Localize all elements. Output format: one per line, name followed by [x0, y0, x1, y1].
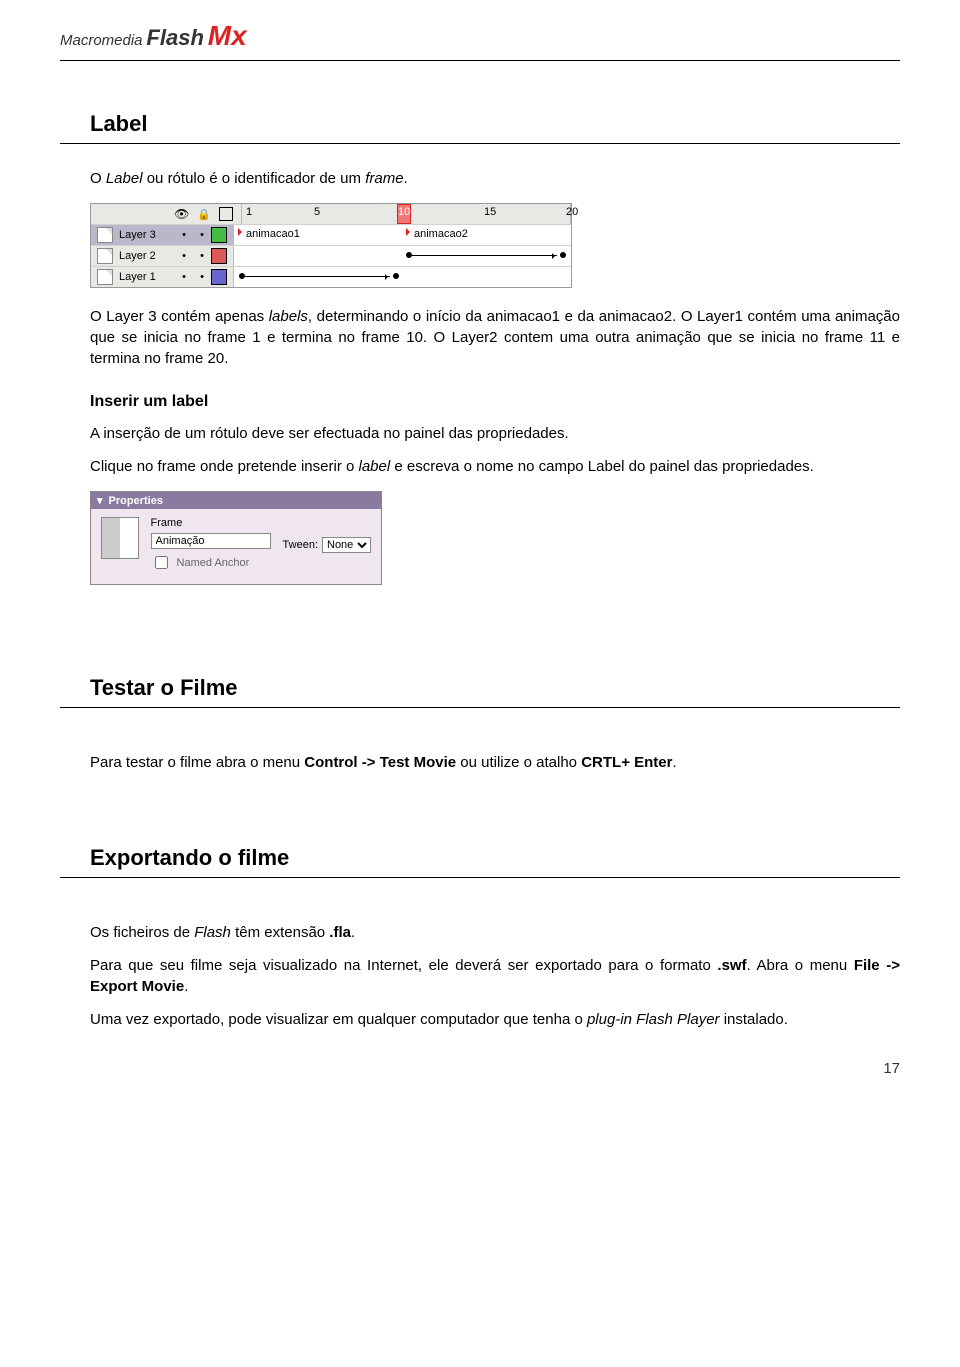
lock-icon: 🔒	[197, 208, 211, 221]
layer-name: Layer 2	[117, 250, 175, 262]
frame-label: animacao2	[414, 228, 468, 240]
text: .	[672, 754, 676, 771]
tween-arrow	[245, 276, 390, 277]
text: Uma vez exportado, pode visualizar em qu…	[90, 1011, 587, 1028]
ruler-tick: 10	[398, 206, 410, 218]
bold-control-testmovie: Control -> Test Movie	[304, 754, 456, 771]
visibility-dot: •	[175, 271, 193, 283]
layer-icon	[97, 248, 113, 264]
section-rule	[60, 707, 900, 708]
frame-label-input[interactable]	[151, 533, 271, 549]
tween-label: Tween:	[283, 539, 318, 551]
section-rule	[60, 143, 900, 144]
ruler-tick: 1	[246, 206, 252, 218]
lock-dot: •	[193, 250, 211, 262]
text: e escreva o nome no campo Label do paine…	[390, 458, 814, 475]
lock-dot: •	[193, 271, 211, 283]
brand-macromedia: Macromedia	[60, 32, 143, 49]
checkbox-label: Named Anchor	[177, 557, 250, 569]
eye-icon: 👁	[174, 207, 189, 221]
text: Clique no frame onde pretende inserir o	[90, 458, 359, 475]
visibility-dot: •	[175, 250, 193, 262]
layer-color-swatch	[211, 248, 227, 264]
text: instalado.	[720, 1011, 788, 1028]
frame-label: animacao1	[246, 228, 300, 240]
field-label: Frame	[151, 517, 183, 529]
text: Para que seu filme seja visualizado na I…	[90, 957, 717, 974]
keyframe-dot	[393, 273, 399, 279]
layer-track: animacao1 animacao2	[234, 225, 571, 245]
label-flag-icon	[238, 228, 246, 236]
lock-dot: •	[193, 229, 211, 241]
label-flag-icon	[406, 228, 414, 236]
tween-arrow	[412, 255, 557, 256]
page-header: Macromedia Flash Mx	[60, 20, 900, 52]
bold-ctrl-enter: CRTL+ Enter	[581, 754, 672, 771]
text: Os ficheiros de	[90, 924, 194, 941]
testar-paragraph: Para testar o filme abra o menu Control …	[90, 752, 900, 773]
section-testar-title: Testar o Filme	[90, 675, 900, 701]
text: ou rótulo é o identificador de um	[143, 170, 366, 187]
visibility-dot: •	[175, 229, 193, 241]
text: .	[351, 924, 355, 941]
named-anchor-checkbox[interactable]	[155, 556, 168, 569]
tween-select[interactable]: None	[322, 537, 371, 553]
subhead-inserir-label: Inserir um label	[90, 393, 900, 411]
timeline-screenshot: 👁 🔒 1 5 10 15 20 Layer 3 • •	[90, 203, 572, 288]
collapse-triangle-icon: ▾	[97, 494, 103, 507]
tween-row: Tween: None	[283, 517, 371, 572]
text: O	[90, 170, 106, 187]
named-anchor-row: Named Anchor	[151, 553, 271, 572]
label-intro-paragraph: O Label ou rótulo é o identificador de u…	[90, 168, 900, 189]
properties-panel-screenshot: ▾ Properties Frame Named Anchor Tween: N…	[90, 491, 382, 585]
outline-box-icon	[219, 207, 233, 221]
layer-color-swatch	[211, 227, 227, 243]
bold-fla: .fla	[329, 924, 351, 941]
text: têm extensão	[231, 924, 329, 941]
italic-plugin: plug-in Flash Player	[587, 1011, 720, 1028]
bold-swf: .swf	[717, 957, 746, 974]
timeline-header-icons: 👁 🔒	[91, 204, 242, 224]
brand-flash: Flash	[146, 25, 203, 50]
layer-track	[234, 246, 571, 266]
timeline-caption-paragraph: O Layer 3 contém apenas labels, determin…	[90, 306, 900, 369]
ruler-tick: 5	[314, 206, 320, 218]
text: ou utilize o atalho	[456, 754, 581, 771]
panel-title: Properties	[109, 495, 163, 507]
layer-track	[234, 267, 571, 287]
text: O Layer 3 contém apenas	[90, 308, 269, 325]
ruler-tick: 20	[566, 206, 578, 218]
layer-icon	[97, 227, 113, 243]
ruler-tick: 15	[484, 206, 496, 218]
italic-flash: Flash	[194, 924, 231, 941]
layer-name: Layer 1	[117, 271, 175, 283]
italic-label: label	[359, 458, 391, 475]
layer-color-swatch	[211, 269, 227, 285]
page-number: 17	[60, 1060, 900, 1077]
text: .	[404, 170, 408, 187]
brand-mx: Mx	[208, 20, 247, 51]
inserir-p2: Clique no frame onde pretende inserir o …	[90, 456, 900, 477]
text: . Abra o menu	[747, 957, 854, 974]
keyframe-dot	[560, 252, 566, 258]
frame-thumbnail-icon	[101, 517, 139, 559]
export-p2: Para que seu filme seja visualizado na I…	[90, 955, 900, 997]
frame-label-row: Frame	[151, 517, 271, 529]
layer-icon	[97, 269, 113, 285]
italic-labels: labels	[269, 308, 308, 325]
section-rule	[60, 877, 900, 878]
export-p3: Uma vez exportado, pode visualizar em qu…	[90, 1009, 900, 1030]
header-rule	[60, 60, 900, 61]
export-p1: Os ficheiros de Flash têm extensão .fla.	[90, 922, 900, 943]
layer-name: Layer 3	[117, 229, 175, 241]
text: Para testar o filme abra o menu	[90, 754, 304, 771]
section-label-title: Label	[90, 111, 900, 137]
inserir-p1: A inserção de um rótulo deve ser efectua…	[90, 423, 900, 444]
text: .	[184, 978, 188, 995]
italic-frame: frame	[365, 170, 403, 187]
italic-label: Label	[106, 170, 143, 187]
panel-titlebar: ▾ Properties	[91, 492, 381, 509]
timeline-ruler: 1 5 10 15 20	[242, 204, 571, 224]
section-exportando-title: Exportando o filme	[90, 845, 900, 871]
